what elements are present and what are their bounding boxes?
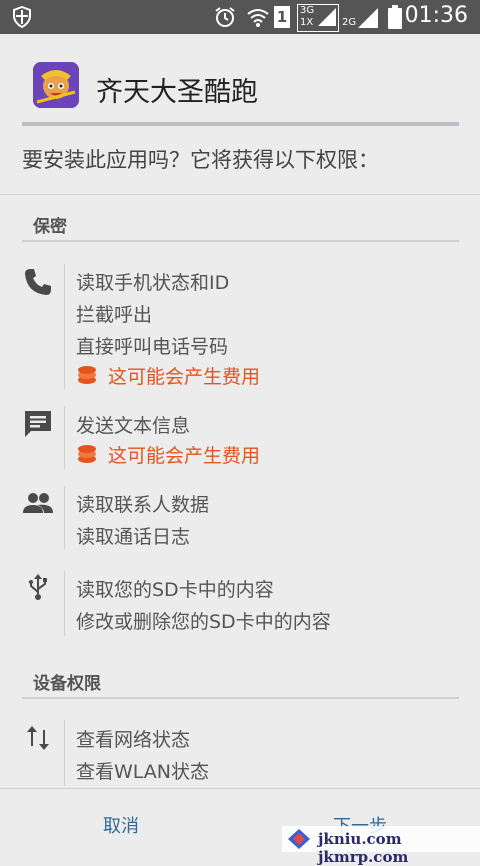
signal-icon — [318, 8, 336, 26]
permission-read-call-log: 读取通话日志 — [76, 526, 191, 548]
section-divider — [22, 240, 459, 242]
permission-read-contacts: 读取联系人数据 — [76, 494, 210, 516]
monkey-king-icon — [33, 62, 79, 108]
cost-warning: 这可能会产生费用 — [108, 366, 261, 388]
watermark-logo-icon — [288, 829, 310, 849]
section-title-device: 设备权限 — [33, 674, 101, 694]
group-divider — [64, 570, 65, 636]
message-icon — [25, 411, 51, 437]
permission-network-state: 查看网络状态 — [76, 729, 191, 751]
network-2g-label: 2G — [342, 17, 357, 28]
permission-send-sms: 发送文本信息 — [76, 415, 191, 437]
prompt-divider — [0, 194, 480, 195]
battery-icon — [388, 5, 402, 29]
usb-icon — [29, 574, 47, 600]
coins-icon — [78, 445, 96, 463]
group-divider — [64, 486, 65, 550]
app-icon — [33, 62, 79, 108]
status-bar: 1 3G 1X 2G 01:36 — [0, 0, 480, 34]
permission-intercept-calls: 拦截呼出 — [76, 304, 153, 326]
app-title: 齐天大圣酷跑 — [96, 77, 258, 108]
watermark-text: jkniu.com jkmrp.com — [318, 830, 409, 866]
permission-read-phone-state: 读取手机状态和ID — [76, 272, 230, 294]
contacts-icon — [23, 493, 53, 513]
group-divider — [64, 406, 65, 470]
coins-icon — [78, 366, 96, 384]
alarm-icon — [215, 7, 235, 27]
group-divider — [64, 264, 65, 390]
section-divider — [22, 697, 459, 699]
sim-slot-badge: 1 — [274, 6, 290, 28]
permission-read-sd-card: 读取您的SD卡中的内容 — [76, 579, 274, 601]
network-arrows-icon — [27, 726, 49, 750]
wifi-icon — [247, 9, 269, 27]
group-divider — [64, 720, 65, 786]
cost-warning: 这可能会产生费用 — [108, 445, 261, 467]
permission-call-phone: 直接呼叫电话号码 — [76, 336, 229, 358]
signal-icon-2 — [358, 8, 378, 28]
section-title-privacy: 保密 — [33, 217, 67, 237]
cancel-button[interactable]: 取消 — [103, 812, 139, 838]
install-prompt: 要安装此应用吗？它将获得以下权限： — [22, 148, 379, 172]
clock: 01:36 — [404, 3, 468, 28]
permission-wlan-state: 查看WLAN状态 — [76, 761, 210, 783]
phone-icon — [25, 269, 51, 295]
shield-icon — [13, 6, 31, 28]
permission-modify-sd-card: 修改或删除您的SD卡中的内容 — [76, 611, 331, 633]
title-divider — [22, 122, 459, 126]
